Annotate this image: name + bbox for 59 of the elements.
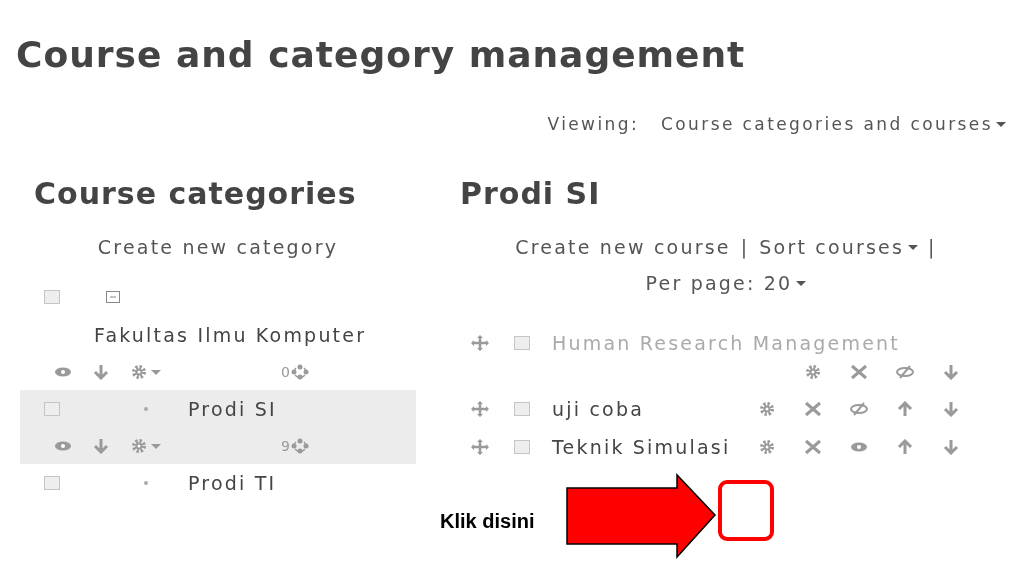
move-icon[interactable]: [470, 400, 490, 418]
checkbox[interactable]: [44, 290, 60, 304]
people-icon: [289, 364, 310, 380]
separator: |: [740, 236, 750, 258]
caret-icon: [151, 369, 161, 375]
settings-icon[interactable]: [804, 364, 822, 380]
checkbox[interactable]: [514, 440, 530, 454]
settings-icon[interactable]: [130, 438, 148, 454]
settings-menu[interactable]: [130, 364, 161, 380]
up-arrow-icon[interactable]: [896, 401, 914, 417]
down-arrow-icon[interactable]: [92, 438, 110, 454]
collapse-icon[interactable]: [106, 291, 120, 303]
category-row[interactable]: Prodi SI 9: [20, 390, 416, 464]
sort-dropdown[interactable]: Sort courses: [759, 236, 919, 258]
move-icon[interactable]: [470, 438, 490, 456]
annotation-text: Klik disini: [440, 510, 535, 533]
close-icon[interactable]: [804, 439, 822, 455]
people-icon: [289, 438, 310, 454]
section-heading: Prodi SI: [459, 176, 602, 212]
down-arrow-icon[interactable]: [942, 364, 960, 380]
category-name[interactable]: Prodi TI: [188, 472, 277, 494]
course-name[interactable]: Teknik Simulasi: [552, 436, 731, 458]
checkbox[interactable]: [44, 402, 60, 416]
up-arrow-icon[interactable]: [896, 439, 914, 455]
close-icon[interactable]: [850, 364, 868, 380]
bullet-icon: [144, 407, 148, 411]
down-arrow-icon[interactable]: [942, 401, 960, 417]
checkbox[interactable]: [44, 476, 60, 490]
close-icon[interactable]: [804, 401, 822, 417]
settings-menu[interactable]: [130, 438, 161, 454]
eye-slash-icon[interactable]: [850, 401, 868, 417]
caret-icon: [796, 280, 807, 286]
per-page-dropdown[interactable]: Per page: 20: [645, 272, 807, 294]
settings-icon[interactable]: [758, 401, 776, 417]
eye-slash-icon[interactable]: [896, 364, 914, 380]
checkbox[interactable]: [514, 336, 530, 350]
caret-icon: [996, 121, 1006, 127]
course-name[interactable]: uji coba: [552, 398, 644, 420]
category-name[interactable]: Prodi SI: [188, 398, 277, 420]
caret-icon: [151, 443, 161, 449]
viewing-dropdown[interactable]: Course categories and courses: [661, 114, 1006, 134]
section-heading: Course categories: [33, 176, 358, 212]
create-category-link[interactable]: Create new category: [97, 236, 339, 258]
separator: |: [928, 236, 937, 258]
caret-icon: [908, 244, 919, 250]
settings-icon[interactable]: [758, 439, 776, 455]
course-count: 0: [281, 364, 310, 380]
checkbox[interactable]: [514, 402, 530, 416]
bullet-icon: [144, 481, 148, 485]
page-title: Course and category management: [15, 33, 747, 76]
down-arrow-icon[interactable]: [942, 439, 960, 455]
viewing-label: Viewing:: [547, 114, 640, 134]
create-course-link[interactable]: Create new course: [515, 236, 731, 258]
highlight-frame: [718, 480, 774, 541]
settings-icon[interactable]: [130, 364, 148, 380]
category-name[interactable]: Fakultas Ilmu Komputer: [94, 324, 367, 346]
down-arrow-icon[interactable]: [92, 364, 110, 380]
course-count: 9: [281, 438, 310, 454]
move-icon[interactable]: [470, 334, 490, 352]
